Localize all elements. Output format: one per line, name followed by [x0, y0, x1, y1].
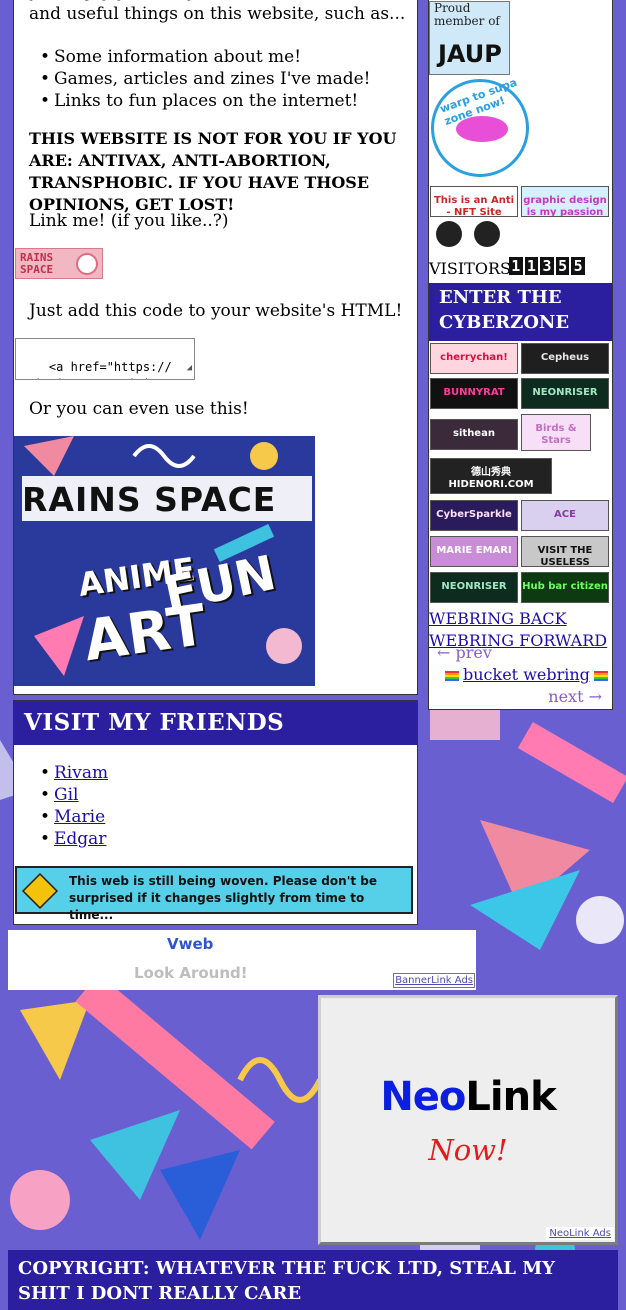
button-text-line1: RAINS: [20, 251, 54, 264]
alt-banner-label: Or you can even use this!: [29, 399, 249, 419]
list-item: Rivam: [40, 762, 108, 784]
list-item: Links to fun places on the internet!: [40, 90, 371, 112]
bucket-webring-widget: ← prev bucket webring next →: [429, 643, 612, 709]
counter-digit: 5: [555, 257, 570, 275]
logo-word: Link: [465, 1074, 556, 1120]
button-label: Birds & Stars: [535, 423, 577, 446]
jaup-member-badge[interactable]: Proud member of JAUP: [429, 1, 510, 75]
lips-icon: [456, 116, 508, 142]
site-banner-image[interactable]: RAINS SPACE ANIME FUN ART: [14, 436, 315, 686]
neolink-tagline: Now!: [428, 1133, 508, 1167]
sithean-button[interactable]: sithean: [430, 419, 518, 450]
bunnyrat-button[interactable]: BUNNYRAT: [430, 378, 518, 409]
eyes-badge[interactable]: [430, 219, 508, 252]
list-item: Edgar: [40, 828, 108, 850]
eye-icon: [436, 221, 462, 247]
button-label: This is an Anti - NFT Site: [433, 195, 515, 217]
ace-button[interactable]: ACE: [521, 500, 609, 531]
webring-prev-link[interactable]: ← prev: [437, 643, 492, 662]
construction-text: This web is still being woven. Please do…: [69, 874, 378, 922]
hidenori-button[interactable]: 德山秀典 HIDENORI.COM: [430, 458, 552, 494]
code-instructions: Just add this code to your website's HTM…: [29, 301, 403, 321]
footer-copyright: COPYRIGHT: WHATEVER THE FUCK LTD, STEAL …: [8, 1250, 618, 1310]
button-label: NEONRISER: [441, 581, 507, 592]
warning-text: THIS WEBSITE IS NOT FOR YOU IF YOU ARE: …: [29, 129, 397, 214]
counter-digit: 1: [509, 257, 523, 275]
neolink-logo: NeoLink: [321, 1074, 615, 1120]
list-item: Gil: [40, 784, 108, 806]
rainbow-flag-icon: [445, 670, 459, 681]
face-icon: [76, 253, 98, 275]
friend-link[interactable]: Rivam: [54, 763, 108, 783]
bannerlink-ad[interactable]: Vweb Look Around! BannerLink Ads: [8, 930, 476, 990]
button-label: CyberSparkle: [436, 509, 512, 520]
visitor-counter-label: VISITORS:: [429, 259, 517, 278]
button-label: graphic design is my passion: [523, 195, 607, 217]
webring-name: bucket webring: [441, 665, 612, 684]
bannerlink-ads-link[interactable]: BannerLink Ads: [393, 973, 475, 988]
link-me-text: Link me! (if you like..?): [29, 211, 229, 231]
button-label: cherrychan!: [440, 352, 508, 363]
logo-word: Neo: [380, 1074, 466, 1120]
friend-link[interactable]: Gil: [54, 785, 78, 805]
cherrychan-button[interactable]: cherrychan!: [430, 343, 518, 374]
friend-link[interactable]: Edgar: [54, 829, 106, 849]
button-label: NEONRISER: [532, 387, 598, 398]
intro-text: you enjoy your stay. You'll find lots of…: [29, 0, 406, 24]
neonriser-button[interactable]: NEONRISER: [521, 378, 609, 409]
neonriser-button[interactable]: NEONRISER: [430, 572, 518, 603]
neolink-ad[interactable]: NeoLink Now! NeoLink Ads: [318, 995, 618, 1245]
intro-panel: you enjoy your stay. You'll find lots of…: [13, 0, 418, 695]
button-label: BUNNYRAT: [443, 387, 505, 398]
button-label: MARIE EMARI: [436, 545, 512, 556]
visitor-counter: 1 1 3 5 5: [509, 257, 585, 275]
warp-zone-badge[interactable]: warp to supa zone now!: [431, 76, 529, 177]
site-88x31-button[interactable]: RAINS SPACE: [15, 248, 103, 279]
button-text-line2: SPACE: [20, 263, 54, 276]
construction-icon: [21, 872, 59, 910]
hub-bar-button[interactable]: Hub bar citizen: [521, 572, 609, 603]
cepheus-button[interactable]: Cepheus: [521, 343, 609, 374]
under-construction-banner: This web is still being woven. Please do…: [15, 866, 413, 922]
banner-title: RAINS SPACE: [22, 476, 312, 521]
webring-next-link[interactable]: next →: [548, 687, 602, 706]
friends-panel: VISIT MY FRIENDS Rivam Gil Marie Edgar T…: [13, 700, 418, 925]
feature-list: Some information about me! Games, articl…: [40, 46, 371, 112]
button-label: sithean: [453, 428, 495, 439]
bucket-webring-link[interactable]: bucket webring: [463, 665, 590, 684]
neolink-ads-link[interactable]: NeoLink Ads: [546, 1227, 614, 1240]
friends-list: Rivam Gil Marie Edgar: [40, 762, 108, 850]
list-item: Marie: [40, 806, 108, 828]
cybersparkle-button[interactable]: CyberSparkle: [430, 500, 518, 531]
resize-handle-icon[interactable]: ◢: [187, 360, 192, 377]
cyberzone-heading: ENTER THE CYBERZONE: [429, 283, 612, 341]
marie-emari-button[interactable]: MARIE EMARI: [430, 536, 518, 567]
ad-subtitle: Look Around!: [134, 964, 248, 982]
graphic-design-button[interactable]: graphic design is my passion: [521, 186, 609, 217]
button-label: VISIT THE USELESS COUNTER 8: [537, 545, 593, 567]
button-label: ACE: [554, 509, 576, 520]
embed-code-textarea[interactable]: <a href="https:// rainmirage.neocities.o…: [15, 338, 195, 380]
badge-text: JAUP: [438, 40, 502, 68]
counter-digit: 1: [524, 257, 539, 275]
list-item: Some information about me!: [40, 46, 371, 68]
eye-icon: [474, 221, 500, 247]
anti-nft-button[interactable]: This is an Anti - NFT Site: [430, 186, 518, 217]
useless-counter-button[interactable]: VISIT THE USELESS COUNTER 8: [521, 536, 609, 567]
counter-digit: 3: [540, 257, 554, 275]
webring-back-link[interactable]: WEBRING BACK: [429, 609, 567, 629]
friends-heading: VISIT MY FRIENDS: [14, 701, 417, 745]
button-label: 德山秀典 HIDENORI.COM: [448, 467, 534, 490]
button-label: Hub bar citizen: [522, 581, 608, 592]
birds-stars-button[interactable]: Birds & Stars: [521, 414, 591, 451]
list-item: Games, articles and zines I've made!: [40, 68, 370, 90]
badge-text: Proud member of: [434, 1, 500, 28]
ad-title: Vweb: [167, 935, 214, 953]
rainbow-flag-icon: [593, 670, 608, 681]
button-label: Cepheus: [540, 352, 590, 363]
counter-digit: 5: [571, 257, 585, 275]
embed-code-text: <a href="https:// rainmirage.neocities.o…: [20, 360, 186, 379]
friend-link[interactable]: Marie: [54, 807, 105, 827]
sidebar: Proud member of JAUP warp to supa zone n…: [428, 0, 613, 710]
